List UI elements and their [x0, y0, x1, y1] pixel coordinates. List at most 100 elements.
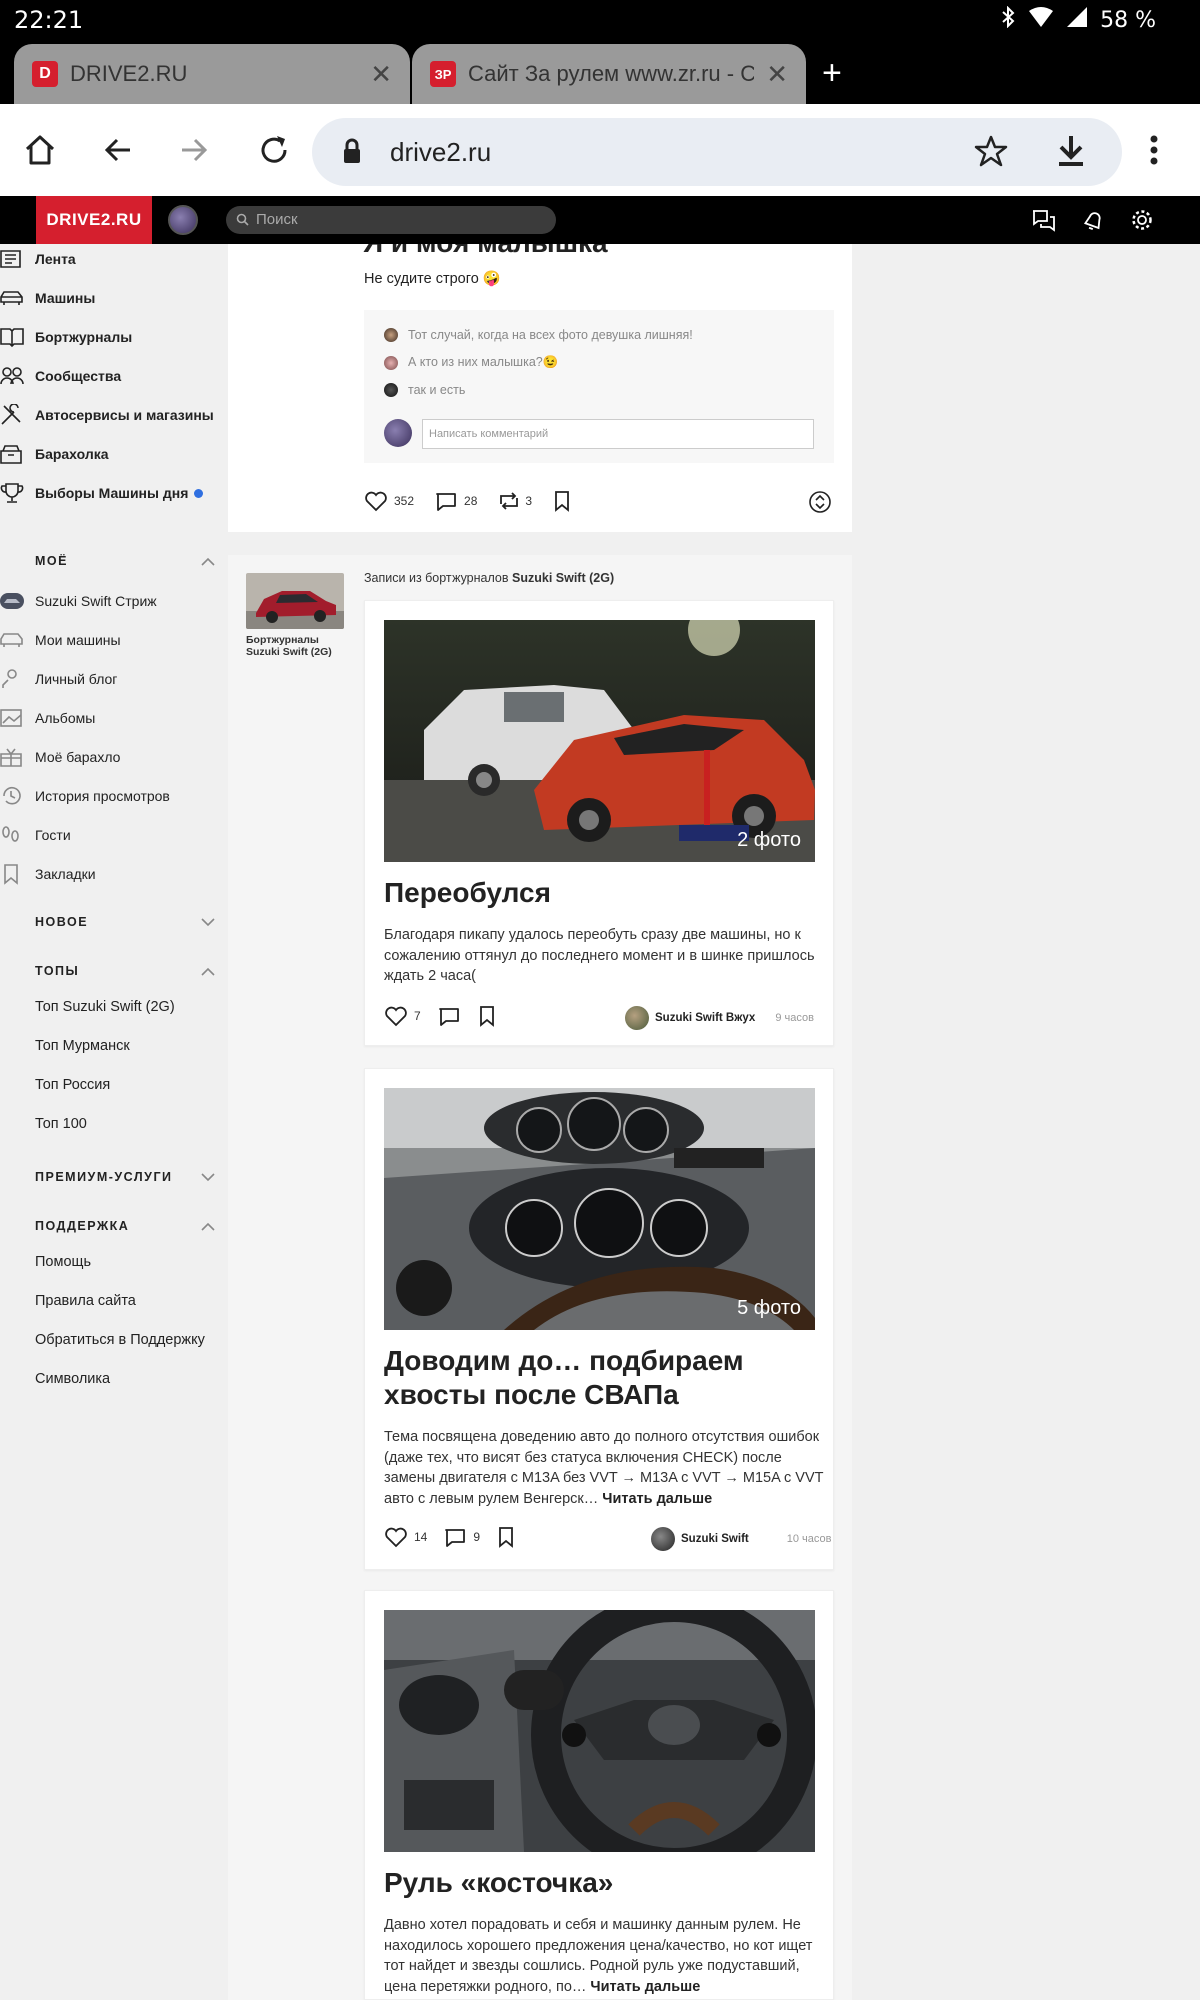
bookmark-icon	[4, 864, 18, 885]
home-icon[interactable]	[16, 126, 64, 174]
caption-line: Бортжурналы	[246, 634, 319, 646]
nav-item-my-car[interactable]: Suzuki Swift Стриж	[0, 586, 224, 616]
nav-item-services[interactable]: Автосервисы и магазины	[0, 400, 224, 430]
nav-item-market[interactable]: Барахолка	[0, 439, 224, 469]
post-author[interactable]: Suzuki Swift 10 часов	[651, 1527, 831, 1551]
comment-text: Тот случай, когда на всех фото девушка л…	[408, 328, 693, 342]
new-tab-plus-icon[interactable]: +	[822, 54, 842, 93]
search-input-overlay[interactable]: Поиск	[226, 206, 556, 234]
settings-gear-icon[interactable]	[1128, 206, 1156, 239]
nav-top-item[interactable]: Топ Suzuki Swift (2G)	[35, 999, 175, 1015]
logbook-post-card[interactable]: 2 фото Переобулся Благодаря пикапу удало…	[364, 600, 834, 1046]
logbook-post-card[interactable]: Руль «косточка» Давно хотел порадовать и…	[364, 1590, 834, 2000]
nav-item-my-stuff[interactable]: Моё барахло	[0, 742, 224, 772]
nav-item-history[interactable]: История просмотров	[0, 781, 224, 811]
read-more-link[interactable]: Читать дальше	[590, 1979, 700, 1995]
person-pen-icon	[2, 669, 17, 688]
search-placeholder: Поиск	[256, 211, 298, 228]
expand-toggle-icon[interactable]	[808, 490, 832, 519]
nav-top-item[interactable]: Топ Мурманск	[35, 1038, 130, 1054]
post-title[interactable]: Доводим до… подбираем хвосты после СВАПа	[384, 1344, 814, 1412]
post-photo[interactable]: 2 фото	[384, 620, 815, 862]
nav-support-item[interactable]: Помощь	[35, 1254, 91, 1270]
nav-item-car-of-day[interactable]: Выборы Машины дня	[0, 478, 224, 508]
close-icon[interactable]: ✕	[766, 59, 788, 90]
read-more-link[interactable]: Читать дальше	[602, 1491, 712, 1507]
post-author[interactable]: Suzuki Swift Вжух 9 часов	[625, 1006, 814, 1030]
post-excerpt: Давно хотел порадовать и себя и машинку …	[384, 1915, 824, 1997]
post-text: Не судите строго 🤪	[364, 271, 501, 287]
heart-icon[interactable]	[384, 1005, 408, 1027]
feed-icon	[0, 250, 21, 268]
bookmark-icon[interactable]	[552, 490, 572, 512]
messages-icon[interactable]	[1030, 206, 1058, 239]
post-photo[interactable]	[384, 1610, 815, 1852]
status-icons: 58 %	[1000, 5, 1156, 34]
tab-drive2[interactable]: D DRIVE2.RU ✕	[14, 44, 410, 104]
bookmark-icon[interactable]	[477, 1005, 497, 1027]
heart-icon[interactable]	[364, 490, 388, 512]
download-icon[interactable]	[1056, 134, 1086, 173]
comment-row[interactable]: так и есть	[384, 383, 465, 397]
post-title[interactable]: Переобулся	[384, 876, 551, 910]
nav-item-my-cars[interactable]: Мои машины	[0, 625, 224, 655]
photo-cars-night	[384, 620, 815, 862]
tab-zr[interactable]: ЗР Сайт За рулем www.zr.ru - Ст ✕	[412, 44, 806, 104]
comment-row[interactable]: Тот случай, когда на всех фото девушка л…	[384, 328, 693, 342]
nav-section-premium[interactable]: ПРЕМИУМ-УСЛУГИ	[35, 1165, 215, 1189]
star-icon[interactable]	[974, 134, 1008, 173]
comment-input[interactable]: Написать комментарий	[422, 419, 814, 449]
left-sidebar: Лента Машины Бортжурналы Сообщества Авто…	[0, 244, 224, 2000]
logbook-thumb[interactable]	[246, 573, 344, 629]
nav-label: Личный блог	[35, 671, 118, 687]
my-avatar	[384, 419, 412, 447]
forward-arrow-icon[interactable]	[170, 126, 218, 174]
nav-section-new[interactable]: НОВОЕ	[35, 910, 215, 934]
nav-item-communities[interactable]: Сообщества	[0, 361, 224, 391]
nav-section-mine[interactable]: МОЁ	[35, 549, 215, 573]
nav-support-item[interactable]: Правила сайта	[35, 1293, 136, 1309]
comment-icon[interactable]	[443, 1526, 467, 1548]
nav-item-cars[interactable]: Машины	[0, 283, 224, 313]
address-bar[interactable]: drive2.ru	[312, 118, 1122, 186]
notifications-bell-icon[interactable]	[1080, 206, 1108, 239]
logbook-post-card[interactable]: 5 фото Доводим до… подбираем хвосты посл…	[364, 1068, 834, 1570]
heart-icon[interactable]	[384, 1526, 408, 1548]
logbook-thumb-caption[interactable]: Бортжурналы Suzuki Swift (2G)	[246, 634, 332, 658]
nav-top-item[interactable]: Топ 100	[35, 1116, 87, 1132]
url-text[interactable]: drive2.ru	[390, 137, 491, 168]
nav-label: Выборы Машины дня	[35, 485, 189, 501]
repost-icon[interactable]	[497, 490, 521, 512]
nav-item-bookmarks[interactable]: Закладки	[0, 859, 224, 889]
back-arrow-icon[interactable]	[94, 126, 142, 174]
comment-icon[interactable]	[434, 490, 458, 512]
nav-support-item[interactable]: Символика	[35, 1371, 110, 1387]
user-avatar-overlay[interactable]	[168, 205, 198, 235]
nav-top-item[interactable]: Топ Россия	[35, 1077, 110, 1093]
post-excerpt: Тема посвящена доведению авто до полного…	[384, 1427, 824, 1509]
lock-icon[interactable]	[342, 138, 362, 169]
nav-support-item[interactable]: Обратиться в Поддержку	[35, 1332, 205, 1348]
post-time: 10 часов	[786, 1533, 832, 1545]
post-photo[interactable]: 5 фото	[384, 1088, 815, 1330]
close-icon[interactable]: ✕	[370, 59, 392, 90]
nav-section-tops[interactable]: ТОПЫ	[35, 959, 215, 983]
nav-item-guests[interactable]: Гости	[0, 820, 224, 850]
commenter-avatar	[384, 328, 398, 342]
nav-item-albums[interactable]: Альбомы	[0, 703, 224, 733]
reload-icon[interactable]	[250, 126, 298, 174]
nav-section-support[interactable]: ПОДДЕРЖКА	[35, 1214, 215, 1238]
header-car-link[interactable]: Suzuki Swift (2G)	[512, 571, 614, 585]
nav-label: Альбомы	[35, 710, 96, 726]
comment-icon[interactable]	[437, 1005, 461, 1027]
drive2-logo-overlay[interactable]: DRIVE2.RU	[36, 196, 152, 244]
nav-item-feed[interactable]: Лента	[0, 244, 224, 274]
bookmark-icon[interactable]	[496, 1526, 516, 1548]
nav-item-blog[interactable]: Личный блог	[0, 664, 224, 694]
more-menu-icon[interactable]	[1130, 126, 1178, 174]
book-icon	[0, 328, 24, 348]
comment-row[interactable]: А кто из них малышка?😉	[384, 355, 558, 370]
post-title[interactable]: Руль «косточка»	[384, 1866, 613, 1900]
section-title: МОЁ	[35, 554, 68, 568]
nav-item-logbooks[interactable]: Бортжурналы	[0, 322, 224, 352]
